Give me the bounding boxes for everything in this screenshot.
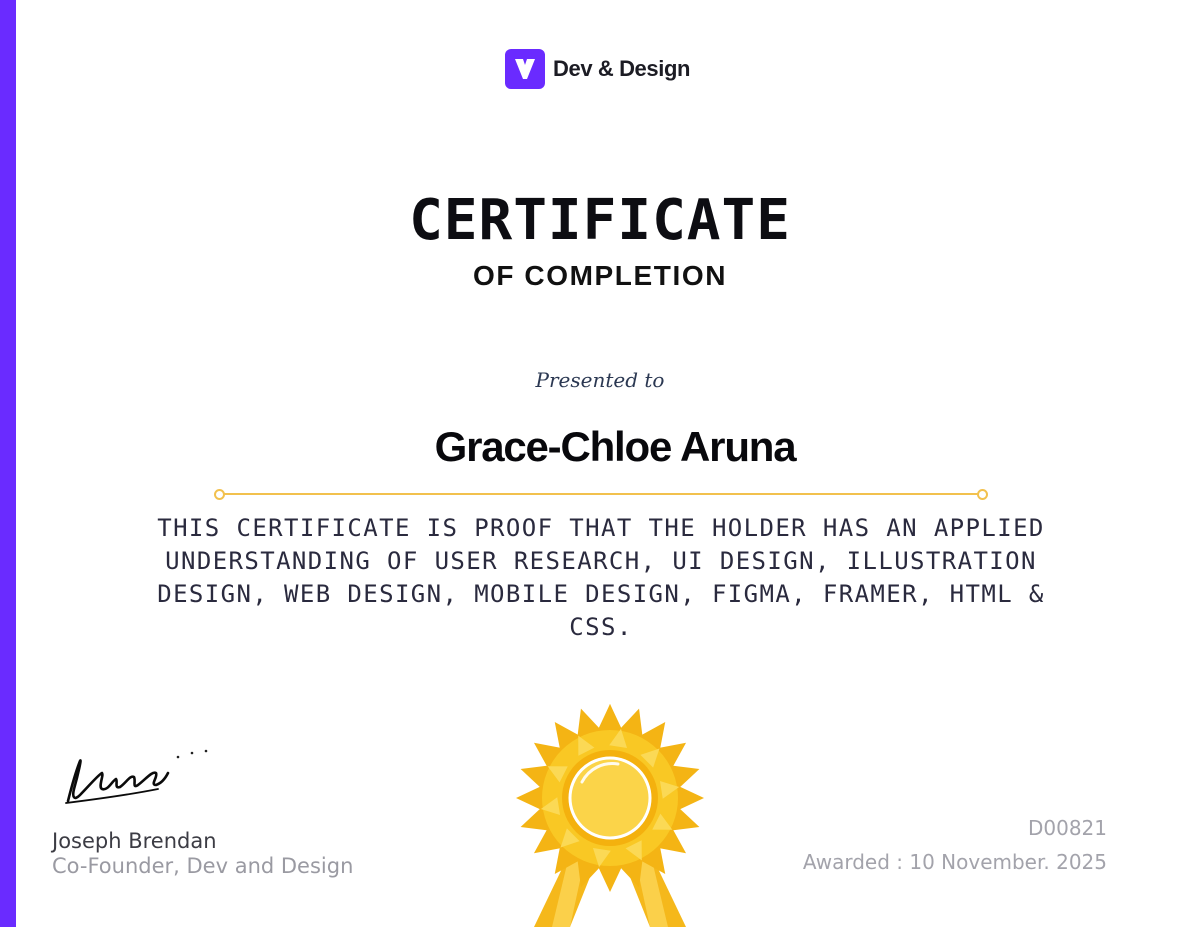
certificate-subtitle: OF COMPLETION [472,260,728,291]
signatory-name: Joseph Brendan [52,829,217,853]
award-ribbon-icon [516,704,704,927]
presented-to-label: Presented to [535,368,665,392]
certificate-title: CERTIFICATE [409,188,791,253]
v-logo-icon [505,49,545,89]
divider-dot-left [214,489,225,500]
certificate-id: D00821 [1027,816,1107,840]
brand-logo: Dev & Design [505,49,690,89]
recipient-name: Grace-Chloe Aruna [434,423,797,470]
certificate-statement: THIS CERTIFICATE IS PROOF THAT THE HOLDE… [157,514,1045,641]
awarded-date: Awarded : 10 November. 2025 [802,850,1107,874]
divider-dot-right [977,489,988,500]
signatory-role: Co-Founder, Dev and Design [52,854,354,878]
divider-line [220,493,982,495]
handwritten-signature [65,749,208,804]
brand-name: Dev & Design [553,56,691,81]
gold-divider [214,488,988,500]
